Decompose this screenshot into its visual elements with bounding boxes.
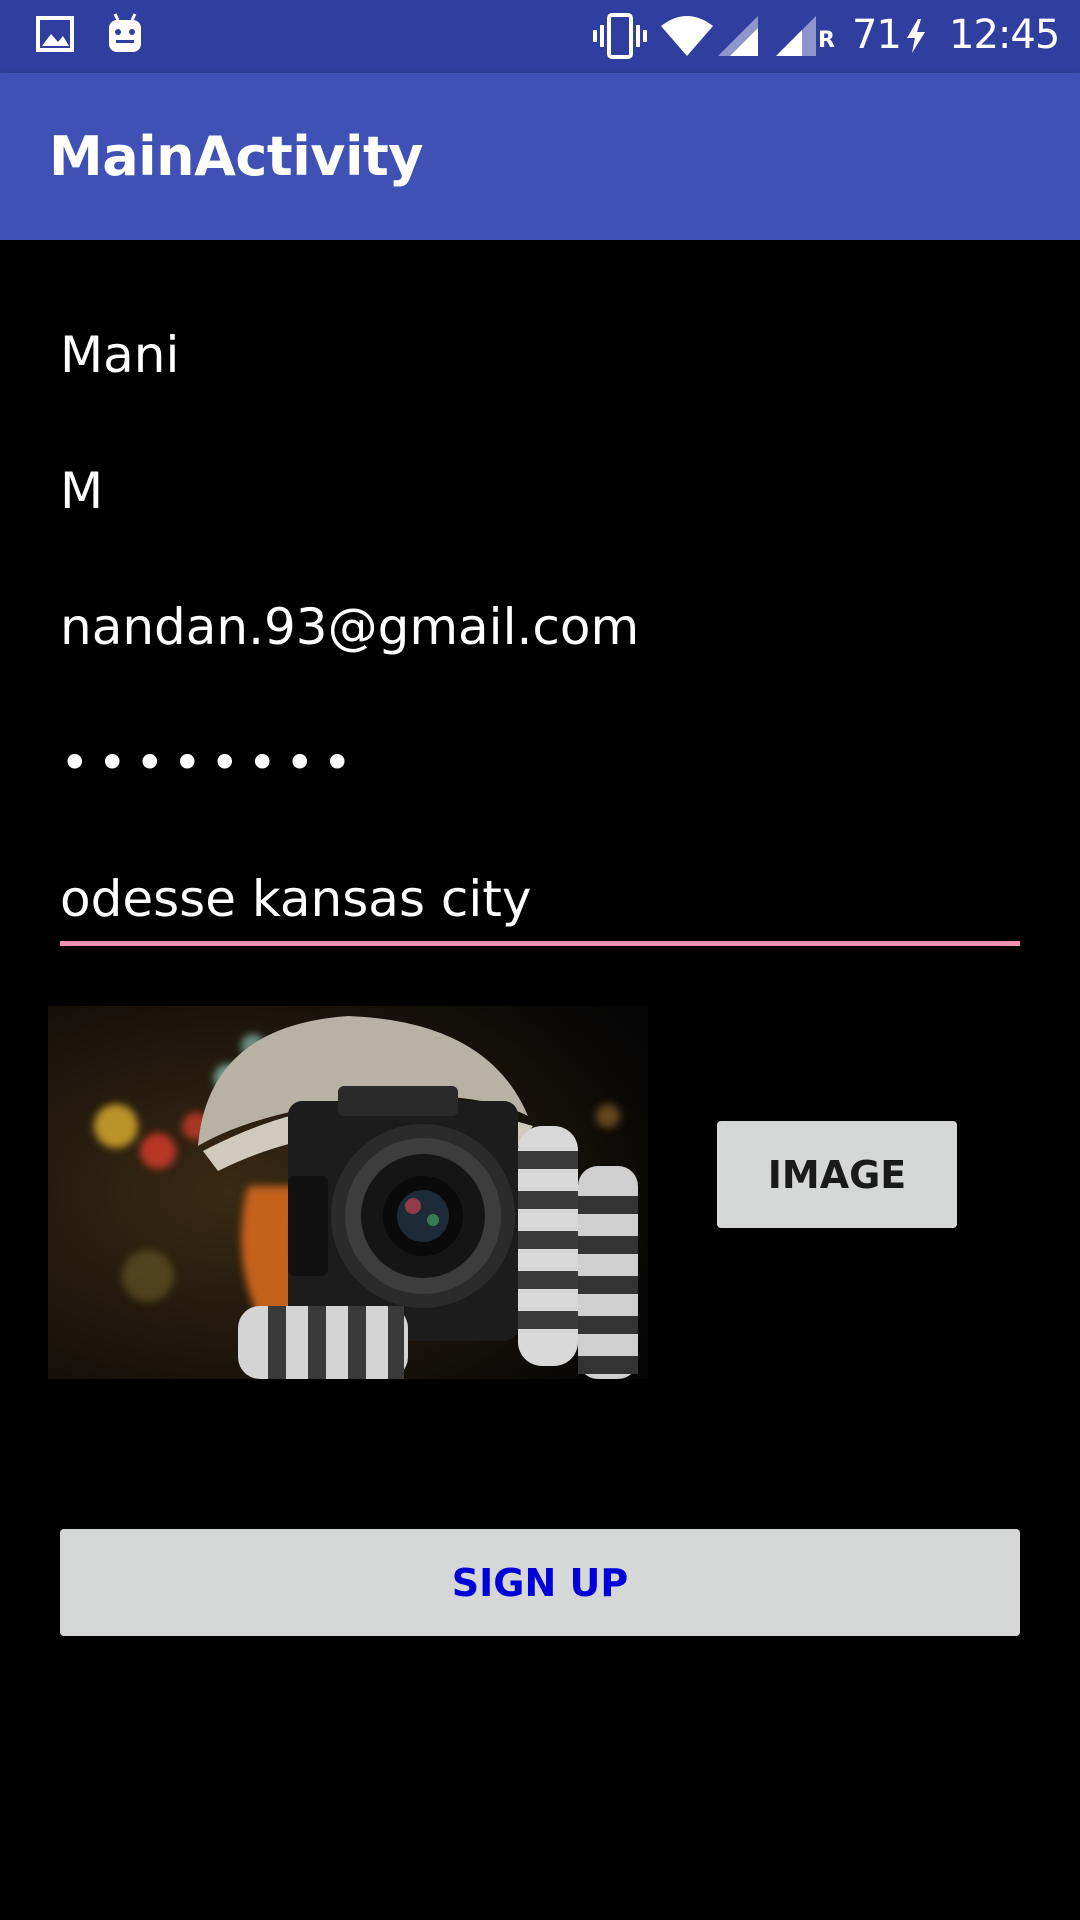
signal-icon [716,14,760,62]
page-title: MainActivity [49,125,423,188]
address-field[interactable]: odesse kansas city [60,870,1020,928]
gallery-icon [36,14,74,58]
charging-icon [904,18,928,58]
roaming-label: R [818,28,835,53]
vibrate-icon [592,13,648,63]
choose-image-button[interactable]: IMAGE [717,1121,957,1228]
battery-level: 71 [852,12,902,58]
android-debug-icon [106,12,144,58]
camera-photo-image [48,1006,648,1379]
password-field[interactable]: •••••••• [60,734,360,792]
email-field[interactable]: nandan.93@gmail.com [60,598,1020,656]
address-field-underline [60,941,1020,946]
clock-time: 12:45 [949,12,1060,58]
first-name-field[interactable]: Mani [60,326,1020,384]
sign-up-button[interactable]: SIGN UP [60,1529,1020,1636]
app-bar: MainActivity [0,73,1080,240]
signal-roaming-icon [774,14,818,62]
wifi-icon [660,14,714,62]
screen: R 71 12:45 MainActivity Mani M nandan.93… [0,0,1080,1920]
status-bar: R 71 12:45 [0,0,1080,73]
last-name-field[interactable]: M [60,462,1020,520]
profile-photo [48,1006,648,1379]
